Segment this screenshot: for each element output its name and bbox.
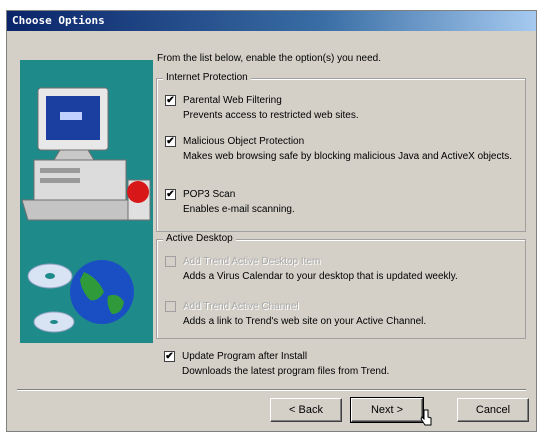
active-desktop-item-description: Adds a Virus Calendar to your desktop th… — [183, 271, 458, 282]
pop3-scan-label[interactable]: POP3 Scan — [183, 189, 235, 200]
active-channel-checkbox — [165, 301, 176, 312]
button-separator — [17, 389, 526, 391]
title-bar: Choose Options — [7, 11, 536, 31]
malicious-object-protection-label[interactable]: Malicious Object Protection — [183, 136, 304, 147]
update-after-install-label[interactable]: Update Program after Install — [182, 351, 307, 362]
active-desktop-group: Active Desktop Add Trend Active Desktop … — [156, 233, 526, 339]
cancel-button[interactable]: Cancel — [457, 398, 529, 422]
next-button[interactable]: Next > — [350, 397, 424, 423]
choose-options-dialog: Choose Options From the list below, enab… — [6, 10, 537, 432]
intro-text: From the list below, enable the option(s… — [157, 53, 382, 64]
active-channel-description: Adds a link to Trend's web site on your … — [183, 316, 427, 327]
internet-protection-label: Internet Protection — [163, 72, 251, 83]
active-desktop-item-label: Add Trend Active Desktop Item — [183, 256, 321, 267]
update-after-install-description: Downloads the latest program files from … — [182, 366, 390, 377]
pop3-scan-description: Enables e-mail scanning. — [183, 204, 295, 215]
hand-cursor-icon — [420, 409, 432, 426]
parental-web-filtering-description: Prevents access to restricted web sites. — [183, 110, 359, 121]
setup-illustration — [20, 60, 153, 343]
active-desktop-item-checkbox — [165, 256, 176, 267]
window-title: Choose Options — [12, 14, 105, 27]
parental-web-filtering-checkbox[interactable]: ✔ — [165, 95, 176, 106]
active-channel-label: Add Trend Active Channel — [183, 301, 299, 312]
malicious-object-protection-description: Makes web browsing safe by blocking mali… — [183, 151, 513, 162]
active-desktop-label: Active Desktop — [163, 233, 236, 244]
computer-globe-illustration — [21, 87, 151, 333]
back-button[interactable]: < Back — [270, 398, 342, 422]
internet-protection-group: Internet Protection ✔ Parental Web Filte… — [156, 72, 526, 232]
parental-web-filtering-label[interactable]: Parental Web Filtering — [183, 95, 282, 106]
pop3-scan-checkbox[interactable]: ✔ — [165, 189, 176, 200]
malicious-object-protection-checkbox[interactable]: ✔ — [165, 136, 176, 147]
update-after-install-checkbox[interactable]: ✔ — [164, 351, 175, 362]
